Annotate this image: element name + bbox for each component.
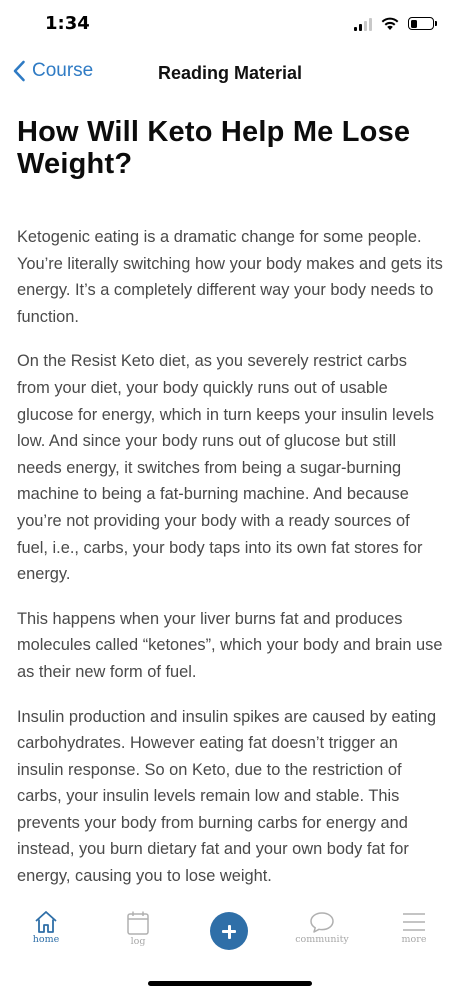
tab-community[interactable]: community xyxy=(287,906,357,945)
navigation-bar: Course Reading Material xyxy=(0,50,460,98)
add-button[interactable] xyxy=(210,912,248,950)
battery-icon xyxy=(408,17,437,30)
status-icons xyxy=(354,16,437,31)
calendar-icon xyxy=(127,911,149,935)
tab-home[interactable]: home xyxy=(11,906,81,945)
menu-icon xyxy=(403,913,425,931)
wifi-icon xyxy=(381,17,399,30)
bottom-tab-bar: home log community more xyxy=(0,906,460,966)
page-title: Reading Material xyxy=(157,63,303,83)
article-paragraph: This happens when your liver burns fat a… xyxy=(17,609,443,681)
status-time: 1:34 xyxy=(45,13,90,34)
article-title: How Will Keto Help Me Lose Weight? xyxy=(17,116,411,180)
home-indicator xyxy=(148,981,312,986)
article-paragraph: Ketogenic eating is a dramatic change fo… xyxy=(17,228,443,326)
tab-label-community: community xyxy=(295,934,349,945)
tab-log[interactable]: log xyxy=(103,906,173,947)
cellular-signal-icon xyxy=(354,17,372,31)
article-body: Ketogenic eating is a dramatic change fo… xyxy=(17,224,443,890)
status-bar: 1:34 xyxy=(0,0,460,50)
article-paragraph: Insulin production and insulin spikes ar… xyxy=(17,707,437,886)
tab-label-log: log xyxy=(130,936,146,947)
chat-bubble-icon xyxy=(310,912,334,933)
article-content: How Will Keto Help Me Lose Weight? Ketog… xyxy=(17,108,443,908)
tab-label-more: more xyxy=(401,934,427,945)
tab-more[interactable]: more xyxy=(379,906,449,945)
tab-label-home: home xyxy=(32,934,60,945)
article-paragraph: On the Resist Keto diet, as you severely… xyxy=(17,352,434,584)
home-icon xyxy=(35,911,57,933)
